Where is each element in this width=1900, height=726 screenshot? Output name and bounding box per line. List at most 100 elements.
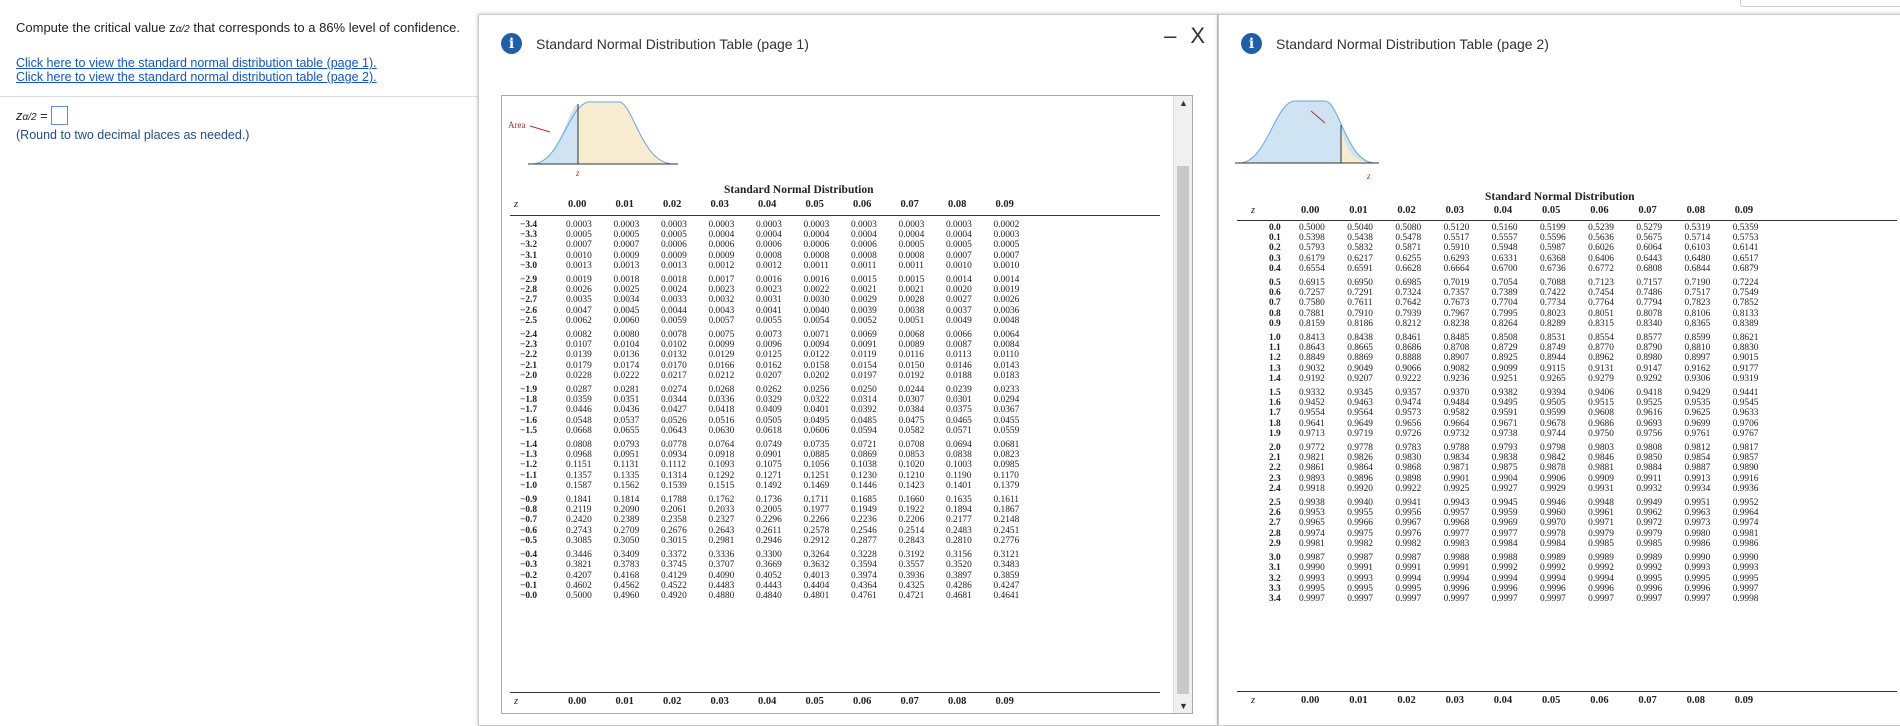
probability-cell: 0.9929 <box>1539 483 1566 494</box>
probability-cell: 0.9959 <box>1491 508 1518 519</box>
probability-cell: 0.6879 <box>1732 263 1759 274</box>
probability-cell: 0.1736 <box>756 495 782 506</box>
probability-cell: 0.0039 <box>851 305 877 316</box>
probability-cell: 0.5948 <box>1491 243 1518 254</box>
table-row: −1.4 0.0808 0.0793 0.0778 0.0764 0.0749 0.0735… <box>520 440 1041 450</box>
probability-table: 0.0 0.5000 0.5040 0.5080 0.5120 0.5160 0.5199 0… <box>1269 223 1781 604</box>
probability-cell: 0.0017 <box>708 275 735 286</box>
probability-cell: 0.1711 <box>803 495 829 506</box>
probability-cell: 0.9875 <box>1491 463 1518 474</box>
probability-cell: 0.0044 <box>661 305 687 316</box>
probability-cell: 0.0256 <box>803 385 830 396</box>
probability-cell: 0.0054 <box>803 315 830 326</box>
probability-cell: 0.9969 <box>1491 518 1518 529</box>
probability-cell: 0.0582 <box>898 425 925 436</box>
probability-cell: 0.0166 <box>708 360 735 371</box>
column-header: 0.04 <box>1493 205 1513 216</box>
dialog-title: Standard Normal Distribution Table (page… <box>536 35 809 52</box>
probability-cell: 0.0018 <box>613 275 640 286</box>
probability-cell: 0.3520 <box>946 560 972 571</box>
probability-cell: 0.9418 <box>1636 388 1663 399</box>
probability-cell: 0.1492 <box>756 480 782 491</box>
probability-cell: 0.4207 <box>566 570 592 581</box>
probability-cell: 0.9591 <box>1491 408 1518 419</box>
probability-cell: 0.9911 <box>1636 473 1662 484</box>
probability-cell: 0.6985 <box>1395 278 1422 289</box>
probability-cell: 0.9382 <box>1491 388 1518 399</box>
probability-cell: 0.0036 <box>993 305 1020 316</box>
probability-cell: 0.0062 <box>566 315 592 326</box>
minimize-button[interactable]: – <box>1164 25 1176 47</box>
probability-cell: 0.5359 <box>1732 223 1759 233</box>
probability-cell: 0.0475 <box>898 415 925 426</box>
column-header: 0.09 <box>1734 205 1754 216</box>
probability-cell: 0.1562 <box>613 480 640 491</box>
probability-cell: 0.9893 <box>1299 473 1325 484</box>
probability-cell: 0.1379 <box>993 480 1020 491</box>
link-table-page-2[interactable]: Click here to view the standard normal d… <box>16 70 377 84</box>
probability-cell: 0.0013 <box>661 260 687 271</box>
probability-cell: 0.8212 <box>1395 318 1422 329</box>
probability-cell: 0.0003 <box>851 220 877 230</box>
footer-rule <box>1237 691 1897 692</box>
link-table-page-1[interactable]: Click here to view the standard normal d… <box>16 56 377 70</box>
table-row: 0.2 0.5793 0.5832 0.5871 0.5910 0.5948 0.5987 0… <box>1269 243 1781 253</box>
probability-cell: 0.9147 <box>1636 363 1663 374</box>
probability-cell: 0.0823 <box>993 450 1020 461</box>
z-value-cell: 0.0 <box>1269 223 1281 233</box>
answer-input[interactable] <box>50 106 68 125</box>
probability-cell: 0.9980 <box>1684 528 1711 539</box>
probability-cell: 0.0006 <box>661 240 687 251</box>
probability-cell: 0.1131 <box>613 460 639 471</box>
probability-cell: 0.0262 <box>756 385 782 396</box>
probability-cell: 0.0268 <box>708 385 735 396</box>
z-column-header: z <box>514 696 519 707</box>
top-toolbar-fragment <box>1740 0 1900 7</box>
probability-cell: 0.0401 <box>803 405 830 416</box>
probability-cell: 0.9996 <box>1636 583 1663 594</box>
scroll-down-arrow-icon[interactable]: ▼ <box>1179 701 1188 711</box>
probability-cell: 0.1949 <box>851 505 877 516</box>
probability-cell: 0.8264 <box>1491 318 1518 329</box>
probability-cell: 0.9948 <box>1588 498 1614 509</box>
close-button[interactable]: X <box>1190 25 1205 47</box>
probability-cell: 0.9850 <box>1636 453 1663 464</box>
z-value-cell: 3.1 <box>1269 563 1281 574</box>
probability-cell: 0.0793 <box>613 440 640 451</box>
probability-cell: 0.0113 <box>946 350 972 361</box>
column-header: 0.04 <box>758 696 777 707</box>
z-value-cell: 1.5 <box>1269 388 1281 399</box>
probability-cell: 0.8133 <box>1732 308 1759 319</box>
probability-cell: 0.0008 <box>756 250 782 261</box>
probability-cell: 0.5753 <box>1732 233 1759 244</box>
probability-cell: 0.9932 <box>1636 483 1663 494</box>
scrollbar-thumb[interactable] <box>1177 166 1189 694</box>
probability-cell: 0.0011 <box>898 260 924 271</box>
probability-cell: 0.9793 <box>1491 443 1518 454</box>
column-header: 0.08 <box>1686 205 1705 216</box>
column-header-row: z 0.00 0.01 0.02 0.03 0.04 0.05 0.06 0.07 0.08 0.0… <box>502 199 1172 213</box>
scroll-up-arrow-icon[interactable]: ▲ <box>1179 98 1188 108</box>
probability-cell: 0.0217 <box>661 370 687 381</box>
z-value-cell: 3.2 <box>1269 573 1281 584</box>
probability-cell: 0.0027 <box>946 295 972 306</box>
probability-cell: 0.2810 <box>946 535 972 546</box>
probability-cell: 0.1401 <box>946 480 972 491</box>
column-header: 0.05 <box>805 696 824 707</box>
probability-cell: 0.0089 <box>898 340 925 351</box>
probability-cell: 0.5596 <box>1539 233 1566 244</box>
z-value-cell: 2.2 <box>1269 463 1281 474</box>
probability-cell: 0.9989 <box>1636 553 1663 564</box>
z-value-cell: 3.0 <box>1269 553 1281 564</box>
probability-cell: 0.9995 <box>1636 573 1663 584</box>
probability-cell: 0.5319 <box>1684 223 1711 233</box>
table-scroll-frame[interactable]: Area z Standard Normal Distribution z 0.0… <box>501 95 1193 714</box>
z-marker-label: z <box>576 168 580 178</box>
table-row: −3.1 0.0010 0.0009 0.0009 0.0009 0.0008 0.0008… <box>520 251 1041 261</box>
probability-cell: 0.5557 <box>1491 233 1518 244</box>
probability-cell: 0.9978 <box>1539 528 1566 539</box>
probability-cell: 0.0202 <box>803 370 830 381</box>
vertical-scrollbar[interactable]: ▲ ▼ <box>1173 96 1192 713</box>
probability-cell: 0.0043 <box>708 305 735 316</box>
probability-cell: 0.0003 <box>613 220 640 230</box>
